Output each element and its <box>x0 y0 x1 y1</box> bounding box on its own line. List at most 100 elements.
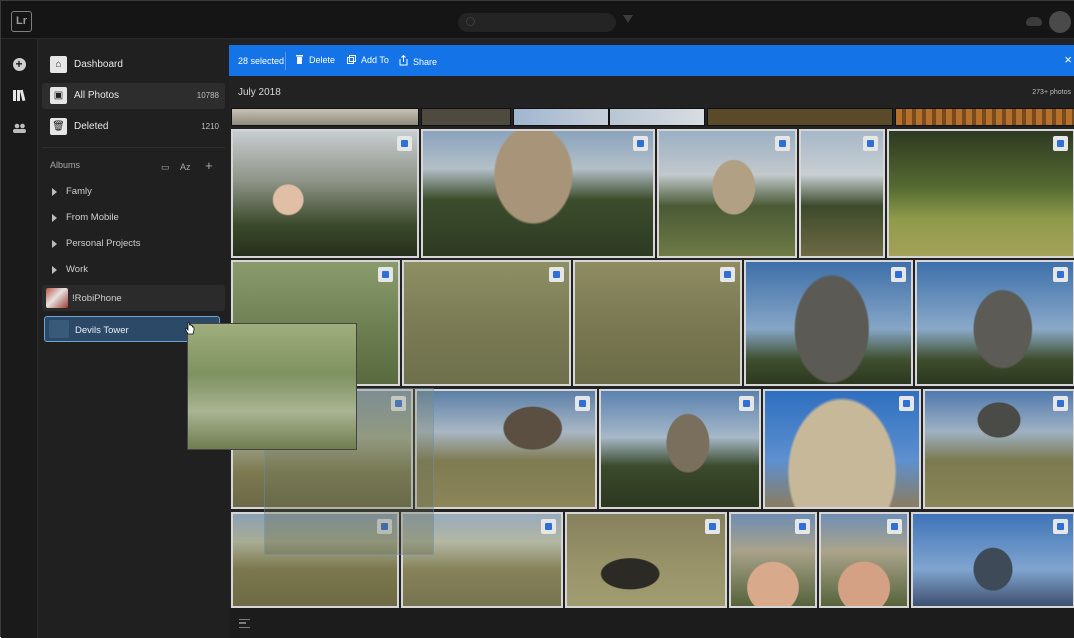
photo-thumbnail[interactable] <box>421 108 511 126</box>
nav-dashboard-label: Dashboard <box>74 59 123 70</box>
photos-icon: ▣ <box>50 87 67 104</box>
album-label: !RobiPhone <box>72 293 122 304</box>
selected-checkbox[interactable] <box>891 267 906 282</box>
selected-checkbox[interactable] <box>739 396 754 411</box>
add-album-icon[interactable]: + <box>205 158 213 173</box>
selected-checkbox[interactable] <box>705 519 720 534</box>
deleted-count: 1210 <box>201 122 219 131</box>
selected-checkbox[interactable] <box>775 136 790 151</box>
album-from-mobile[interactable]: From Mobile <box>42 206 225 230</box>
photo-thumbnail[interactable] <box>915 260 1074 386</box>
selected-checkbox[interactable] <box>1053 136 1068 151</box>
share-label: Share <box>413 57 438 67</box>
photo-thumbnail[interactable] <box>799 129 885 258</box>
album-label: Famly <box>66 186 92 197</box>
search-field[interactable] <box>458 13 616 32</box>
drag-preview-photo <box>187 323 357 450</box>
photo-thumbnail[interactable] <box>763 389 921 509</box>
photo-thumbnail[interactable] <box>819 512 909 608</box>
expand-icon[interactable] <box>52 266 57 274</box>
sort-icon[interactable] <box>239 619 250 628</box>
add-to-album-icon <box>347 55 356 64</box>
selected-checkbox[interactable] <box>378 267 393 282</box>
lightroom-logo: Lr <box>11 11 32 32</box>
people-button[interactable] <box>9 119 29 139</box>
photo-thumbnail[interactable] <box>513 108 609 126</box>
cloud-sync-icon[interactable] <box>1026 17 1042 26</box>
photo-thumbnail[interactable] <box>402 260 571 386</box>
selected-checkbox[interactable] <box>1053 267 1068 282</box>
photo-thumbnail[interactable] <box>421 129 655 258</box>
people-icon <box>12 123 26 133</box>
photo-thumbnail[interactable] <box>923 389 1074 509</box>
close-selection-button[interactable]: × <box>1064 52 1072 67</box>
top-bar: Lr <box>1 1 1074 39</box>
album-label: Personal Projects <box>66 238 141 249</box>
album-famly[interactable]: Famly <box>42 180 225 204</box>
sort-albums-button[interactable]: Az <box>180 162 191 172</box>
nav-all-photos[interactable]: ▣ All Photos 10788 <box>42 83 225 109</box>
trash-icon: 🗑 <box>50 118 67 135</box>
library-button[interactable] <box>9 87 29 107</box>
share-button[interactable]: Share <box>399 55 437 67</box>
nav-deleted-label: Deleted <box>74 121 109 132</box>
album-thumbnail <box>46 288 68 308</box>
add-to-label: Add To <box>361 55 389 65</box>
new-album-icon[interactable]: ▭ <box>161 162 170 173</box>
home-icon: ⌂ <box>50 56 67 73</box>
album-personal-projects[interactable]: Personal Projects <box>42 232 225 256</box>
album-label: Work <box>66 264 88 275</box>
album-work[interactable]: Work <box>42 258 225 282</box>
sidebar-divider <box>42 147 225 148</box>
nav-dashboard[interactable]: ⌂ Dashboard <box>42 52 225 78</box>
expand-icon[interactable] <box>52 188 57 196</box>
photo-thumbnail[interactable] <box>887 129 1074 258</box>
delete-button[interactable]: Delete <box>295 55 335 65</box>
selected-checkbox[interactable] <box>541 519 556 534</box>
search-icon <box>466 17 475 26</box>
album-thumbnail <box>49 320 69 338</box>
selected-checkbox[interactable] <box>549 267 564 282</box>
selected-checkbox[interactable] <box>795 519 810 534</box>
selected-checkbox[interactable] <box>397 136 412 151</box>
selected-checkbox[interactable] <box>887 519 902 534</box>
selected-checkbox[interactable] <box>720 267 735 282</box>
photo-count: 273+ photos <box>1032 89 1071 96</box>
photo-thumbnail[interactable] <box>231 108 419 126</box>
selected-checkbox[interactable] <box>1053 519 1068 534</box>
date-group-heading: July 2018 <box>238 87 281 98</box>
photo-thumbnail[interactable] <box>599 389 761 509</box>
bottom-toolbar <box>229 608 1074 638</box>
hand-cursor-icon <box>184 322 195 335</box>
user-avatar[interactable] <box>1049 11 1071 33</box>
album-robiphone[interactable]: !RobiPhone <box>42 285 225 311</box>
left-rail: + <box>1 39 38 638</box>
selection-count: 28 selected <box>238 56 285 66</box>
trash-icon <box>296 55 303 64</box>
add-to-button[interactable]: Add To <box>347 55 389 65</box>
selected-checkbox[interactable] <box>575 396 590 411</box>
photo-thumbnail[interactable] <box>415 389 597 509</box>
selected-checkbox[interactable] <box>1053 396 1068 411</box>
add-photos-button[interactable]: + <box>9 55 29 75</box>
photo-thumbnail[interactable] <box>231 129 419 258</box>
selection-bar: 28 selected Delete Add To Share × <box>229 45 1074 76</box>
photo-thumbnail[interactable] <box>729 512 817 608</box>
album-label: From Mobile <box>66 212 119 223</box>
photo-thumbnail[interactable] <box>609 108 705 126</box>
photo-thumbnail[interactable] <box>707 108 893 126</box>
albums-header: Albums <box>50 160 81 170</box>
photo-thumbnail[interactable] <box>573 260 742 386</box>
photo-thumbnail[interactable] <box>895 108 1074 126</box>
selected-checkbox[interactable] <box>863 136 878 151</box>
selected-checkbox[interactable] <box>633 136 648 151</box>
selected-checkbox[interactable] <box>899 396 914 411</box>
photo-thumbnail[interactable] <box>911 512 1074 608</box>
expand-icon[interactable] <box>52 214 57 222</box>
filter-icon[interactable] <box>623 15 633 23</box>
expand-icon[interactable] <box>52 240 57 248</box>
photo-thumbnail[interactable] <box>657 129 797 258</box>
nav-deleted[interactable]: 🗑 Deleted 1210 <box>42 114 225 140</box>
photo-thumbnail[interactable] <box>744 260 913 386</box>
photo-thumbnail[interactable] <box>565 512 727 608</box>
